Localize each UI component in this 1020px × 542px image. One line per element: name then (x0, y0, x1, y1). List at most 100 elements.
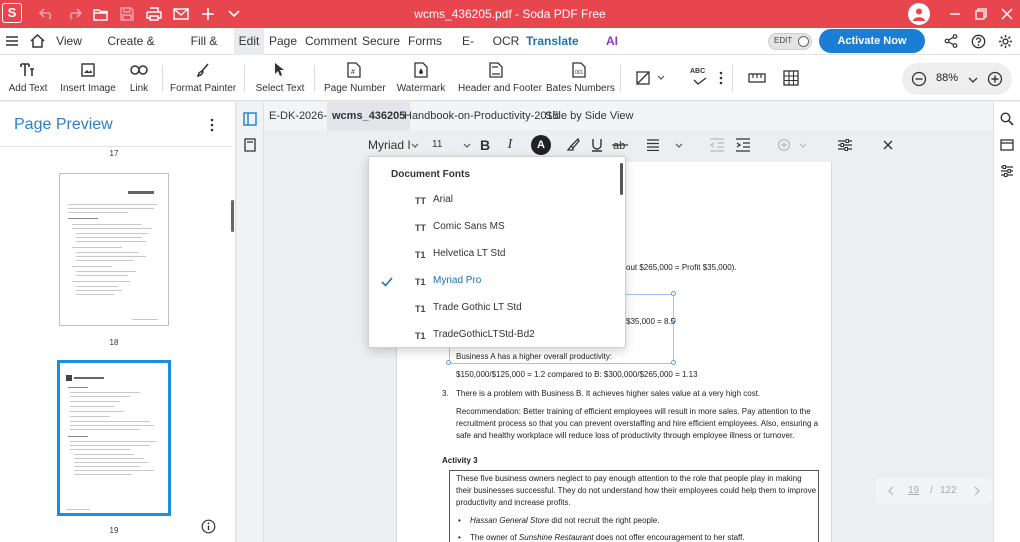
menu-comment[interactable]: Comment (305, 28, 357, 55)
current-page-input[interactable]: 19 (908, 485, 919, 496)
menu-ai-assistant[interactable]: AI Assistant (582, 28, 642, 74)
text-properties-icon[interactable] (836, 136, 854, 154)
home-icon[interactable] (28, 32, 46, 50)
align-chevron-icon[interactable] (670, 137, 688, 155)
highlight-marker-icon[interactable] (564, 136, 582, 154)
decrease-indent-icon[interactable] (708, 136, 726, 154)
italic-icon[interactable]: I (501, 136, 519, 154)
page-preview-panel-icon[interactable] (241, 110, 259, 128)
no-fill-shape-icon[interactable] (634, 69, 652, 87)
zoom-dropdown-chevron-icon[interactable] (964, 71, 982, 89)
menu-page[interactable]: Page (268, 28, 298, 55)
shape-dropdown-chevron-icon[interactable] (652, 69, 670, 87)
doc-activity-line-1[interactable]: These five business owners neglect to pa… (456, 473, 802, 485)
menu-esign[interactable]: E-Sign (450, 28, 486, 74)
resize-handle[interactable] (671, 360, 676, 365)
zoom-in-icon[interactable] (986, 70, 1004, 88)
previous-page-icon[interactable] (882, 482, 900, 500)
menu-view[interactable]: View (54, 28, 84, 55)
font-option-arial[interactable]: TT Arial (369, 188, 617, 214)
edit-mode-toggle[interactable]: EDIT (768, 33, 812, 50)
menu-fill-sign[interactable]: Fill & Sign (178, 28, 230, 74)
doc-recommendation-line-1[interactable]: Recommendation: Better training of effic… (456, 406, 811, 418)
doc-business-a[interactable]: Business A has a higher overall producti… (456, 351, 612, 363)
font-family-select[interactable]: Myriad I (368, 138, 411, 152)
font-family-chevron-icon[interactable] (406, 137, 424, 155)
resize-handle[interactable] (446, 360, 451, 365)
font-size-select[interactable]: 11 (432, 139, 442, 150)
doc-activity-line-3[interactable]: productivity and increase profits. (456, 497, 571, 509)
menu-ocr[interactable]: OCR (492, 28, 520, 55)
minimize-icon[interactable] (946, 5, 964, 23)
font-option-helvetica[interactable]: T1 Helvetica LT Std (369, 242, 617, 268)
page-19-thumbnail-selected[interactable] (57, 360, 171, 516)
tab-wcms-436205[interactable]: wcms_436205 (327, 102, 411, 130)
format-painter-button[interactable]: Format Painter (170, 61, 236, 99)
info-icon[interactable] (199, 517, 217, 535)
doc-item-3[interactable]: There is a problem with Business B. It a… (456, 388, 760, 400)
underline-icon[interactable] (588, 136, 606, 154)
settings-gear-icon[interactable] (996, 32, 1014, 50)
doc-calculation[interactable]: $150,000/$125,000 = 1.2 compared to B: $… (456, 369, 698, 381)
menu-create-convert[interactable]: Create & Convert (90, 28, 172, 74)
increase-indent-icon[interactable] (734, 136, 752, 154)
doc-activity-3-heading[interactable]: Activity 3 (442, 455, 478, 467)
doc-bullet-1[interactable]: Hassan General Store did not recruit the… (470, 515, 659, 527)
doc-bullet-2[interactable]: The owner of Sunshine Restaurant does no… (470, 532, 745, 542)
hamburger-menu-icon[interactable] (3, 32, 21, 50)
menu-forms[interactable]: Forms (408, 28, 442, 55)
tab-side-by-side-view[interactable]: Side by Side View (540, 102, 638, 130)
bookmarks-panel-icon[interactable] (241, 136, 259, 154)
more-options-icon[interactable] (712, 69, 730, 87)
panel-scrollbar[interactable] (231, 200, 234, 232)
header-footer-button[interactable]: Header and Footer (458, 61, 542, 99)
share-icon[interactable] (942, 32, 960, 50)
close-window-icon[interactable] (998, 5, 1016, 23)
next-page-icon[interactable] (968, 482, 986, 500)
zoom-level[interactable]: 88% (936, 72, 958, 84)
help-icon[interactable] (969, 32, 987, 50)
text-color-icon[interactable]: A (531, 135, 551, 155)
properties-sliders-icon[interactable] (998, 162, 1016, 180)
page-18-thumbnail[interactable] (59, 173, 169, 326)
zoom-out-icon[interactable] (910, 70, 928, 88)
close-format-bar-icon[interactable] (879, 136, 897, 154)
activate-now-button[interactable]: Activate Now (819, 29, 925, 53)
bates-numbers-button[interactable]: 001 Bates Numbers (546, 61, 615, 99)
link-button[interactable]: Link (124, 61, 154, 99)
page-number-button[interactable]: # Page Number (324, 61, 386, 99)
menu-secure[interactable]: Secure (362, 28, 400, 55)
grid-icon[interactable] (782, 69, 800, 87)
font-option-myriad-pro-selected[interactable]: T1 Myriad Pro (369, 269, 617, 295)
select-text-button[interactable]: Select Text (254, 61, 306, 99)
bold-icon[interactable]: B (476, 136, 494, 154)
doc-activity-line-2[interactable]: their businesses successful. They do not… (456, 485, 816, 497)
user-avatar-icon[interactable] (908, 3, 930, 25)
insert-image-button[interactable]: Insert Image (60, 61, 116, 99)
strikethrough-icon[interactable]: ab (611, 136, 629, 154)
list-options-icon[interactable] (776, 136, 794, 154)
menu-edit[interactable]: Edit (234, 28, 264, 55)
doc-text-fragment-2[interactable]: $35,000 = 8.5 (626, 316, 675, 328)
panel-more-icon[interactable] (203, 116, 221, 134)
spell-check-icon[interactable]: ABC (690, 68, 710, 86)
align-justify-icon[interactable] (644, 136, 662, 154)
list-chevron-icon[interactable] (794, 137, 812, 155)
ruler-icon[interactable] (748, 69, 766, 87)
restore-icon[interactable] (972, 5, 990, 23)
menu-translate[interactable]: Translate (526, 28, 579, 55)
resize-handle[interactable] (671, 291, 676, 296)
doc-recommendation-line-2[interactable]: recruitment process so that you can prev… (456, 418, 818, 430)
watermark-button[interactable]: Watermark (396, 61, 446, 99)
add-text-button[interactable]: Add Text (6, 61, 50, 99)
font-option-trade-gothic-bd2[interactable]: T1 TradeGothicLTStd-Bd2 (369, 323, 617, 349)
doc-recommendation-line-3[interactable]: safe and healthy workplace will reduce l… (456, 430, 794, 442)
tab-handbook-on-productivity[interactable]: Handbook-on-Productivity-2015 (399, 102, 564, 130)
search-icon[interactable] (998, 110, 1016, 128)
font-size-chevron-icon[interactable] (458, 137, 476, 155)
font-option-comic-sans[interactable]: TT Comic Sans MS (369, 215, 617, 241)
comments-panel-icon[interactable] (998, 136, 1016, 154)
doc-text-fragment-1[interactable]: out $265,000 = Profit $35,000). (626, 262, 737, 274)
font-option-trade-gothic[interactable]: T1 Trade Gothic LT Std (369, 296, 617, 322)
dropdown-scrollbar[interactable] (620, 163, 623, 195)
